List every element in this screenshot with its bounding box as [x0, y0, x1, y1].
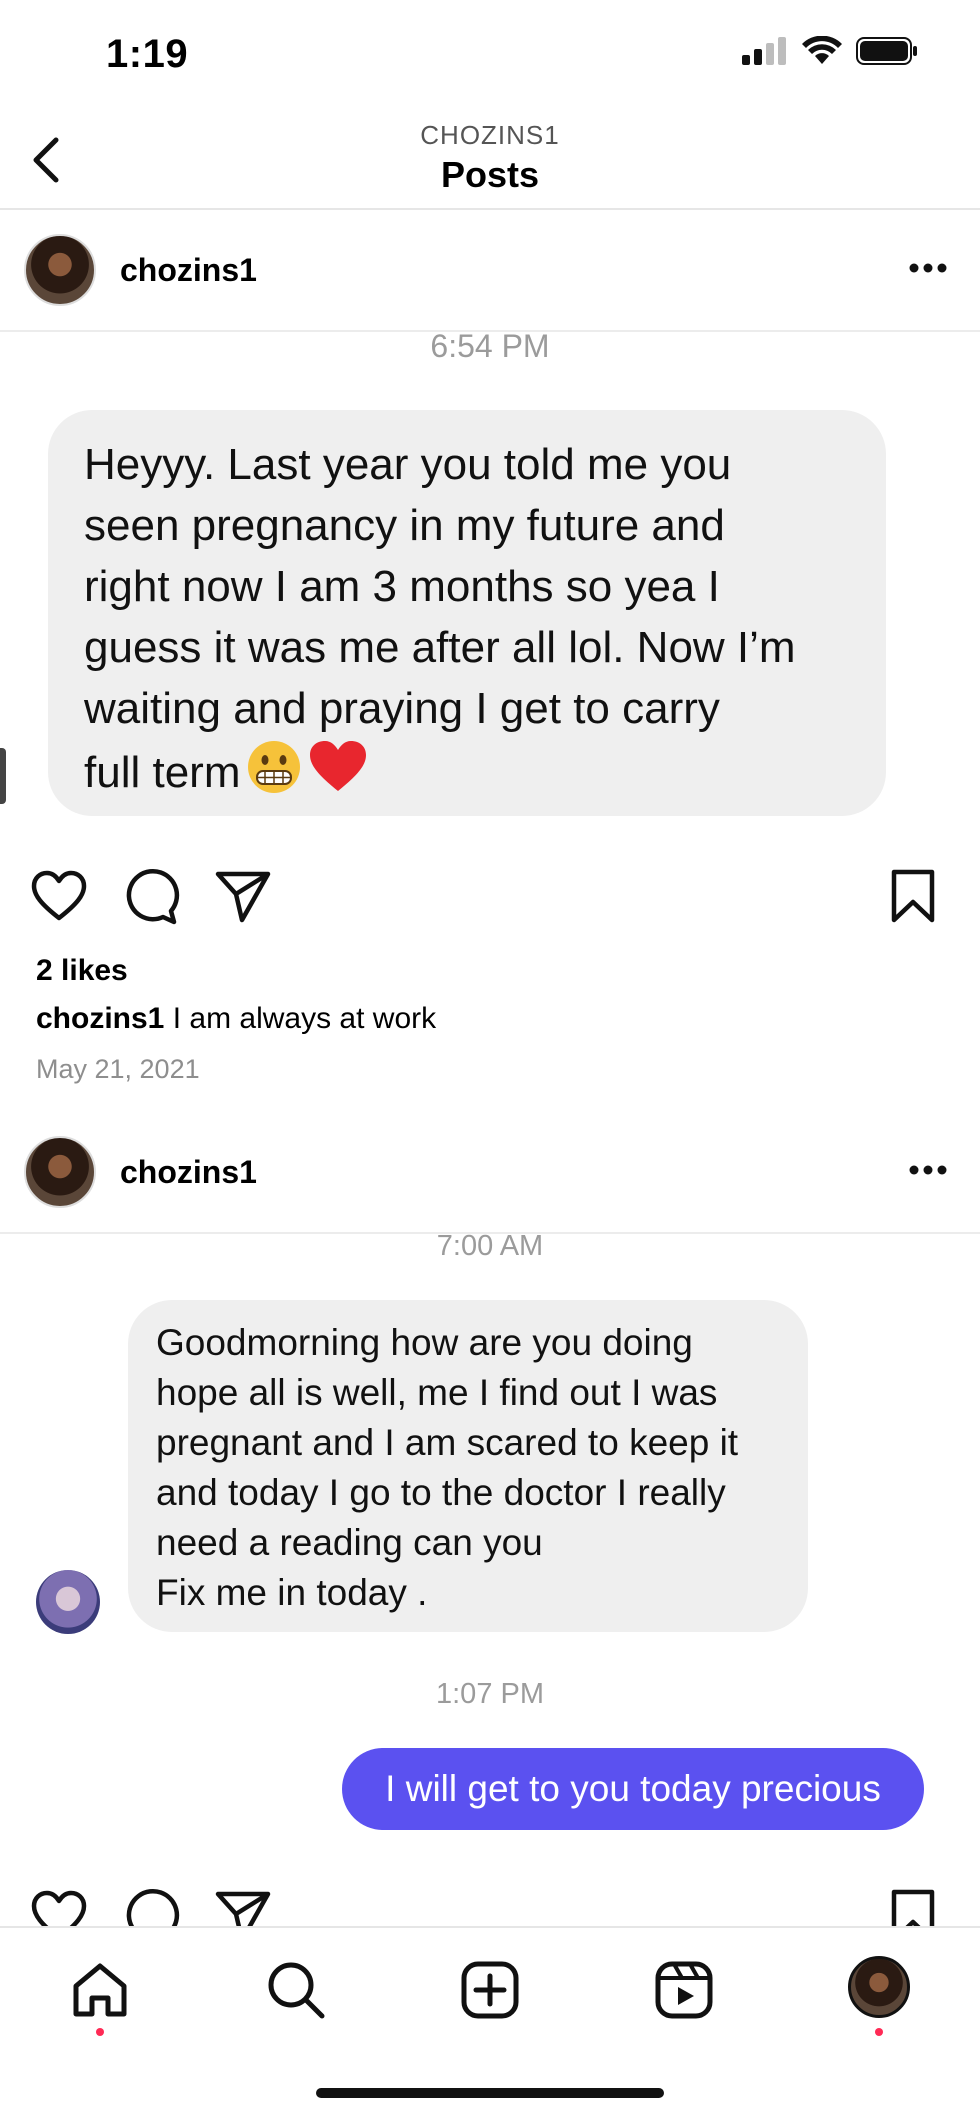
- caption-text: I am always at work: [172, 1002, 437, 1035]
- battery-icon: [856, 37, 917, 65]
- received-message-bubble: Heyyy. Last year you told me you seen pr…: [48, 410, 886, 816]
- avatar[interactable]: [24, 234, 96, 306]
- post-caption: chozins1 I am always at work: [36, 1002, 436, 1036]
- search-icon[interactable]: [264, 1958, 328, 2022]
- post-header: chozins1: [0, 212, 980, 332]
- grimacing-face-emoji: [248, 741, 301, 793]
- sent-message-bubble: I will get to you today precious: [342, 1748, 924, 1830]
- message-line: waiting and praying I get to carry: [84, 684, 720, 733]
- home-indicator: [316, 2088, 664, 2098]
- red-heart-emoji: [310, 741, 367, 791]
- page-title: Posts: [440, 154, 540, 195]
- message-text: full term: [84, 748, 241, 797]
- received-message-bubble: Goodmorning how are you doing hope all i…: [128, 1300, 808, 1632]
- post-date: May 21, 2021: [36, 1054, 200, 1084]
- notification-dot: [875, 2028, 883, 2036]
- likes-count[interactable]: 2 likes: [36, 954, 128, 988]
- message-line: seen pregnancy in my future and: [84, 501, 725, 550]
- nav-header: CHOZINS1 Posts: [0, 110, 980, 210]
- caption-username[interactable]: chozins1: [36, 1002, 164, 1035]
- home-icon[interactable]: [68, 1958, 132, 2022]
- message-line: hope all is well, me I find out I was: [156, 1372, 718, 1413]
- message-timestamp: 6:54 PM: [430, 328, 550, 364]
- reels-icon[interactable]: [652, 1958, 716, 2022]
- message-line: pregnant and I am scared to keep it: [156, 1422, 739, 1463]
- status-time: 1:19: [106, 32, 189, 76]
- message-line: right now I am 3 months so yea I: [84, 562, 720, 611]
- notification-dot: [96, 2028, 104, 2036]
- like-heart-icon[interactable]: [30, 868, 88, 926]
- wifi-icon: [802, 36, 842, 64]
- message-line: Fix me in today .: [156, 1572, 428, 1613]
- header-subtitle: CHOZINS1: [420, 120, 560, 150]
- profile-avatar-tab[interactable]: [848, 1956, 910, 2018]
- sender-avatar: [36, 1570, 100, 1634]
- share-send-icon[interactable]: [214, 868, 272, 926]
- comment-icon[interactable]: [122, 868, 180, 926]
- avatar[interactable]: [24, 1136, 96, 1208]
- post-actions: [0, 868, 980, 938]
- message-line: and today I go to the doctor I really: [156, 1472, 726, 1513]
- bookmark-icon[interactable]: [888, 868, 938, 926]
- status-icons: [742, 36, 918, 66]
- post-username[interactable]: chozins1: [120, 252, 257, 289]
- message-line: need a reading can you: [156, 1522, 543, 1563]
- more-options-icon[interactable]: [908, 1164, 948, 1176]
- message-line-last: full term: [84, 739, 850, 803]
- more-options-icon[interactable]: [908, 262, 948, 274]
- post-username[interactable]: chozins1: [120, 1154, 257, 1191]
- create-post-icon[interactable]: [458, 1958, 522, 2022]
- cellular-signal-icon: [742, 37, 786, 65]
- cropped-avatar-edge: [0, 748, 6, 804]
- message-timestamp: 7:00 AM: [436, 1230, 544, 1262]
- message-timestamp: 1:07 PM: [436, 1678, 544, 1710]
- post-header: chozins1: [0, 1114, 980, 1234]
- message-line: guess it was me after all lol. Now I’m: [84, 623, 796, 672]
- message-line: Heyyy. Last year you told me you: [84, 440, 732, 489]
- message-line: Goodmorning how are you doing: [156, 1322, 693, 1363]
- status-bar: 1:19: [0, 0, 980, 110]
